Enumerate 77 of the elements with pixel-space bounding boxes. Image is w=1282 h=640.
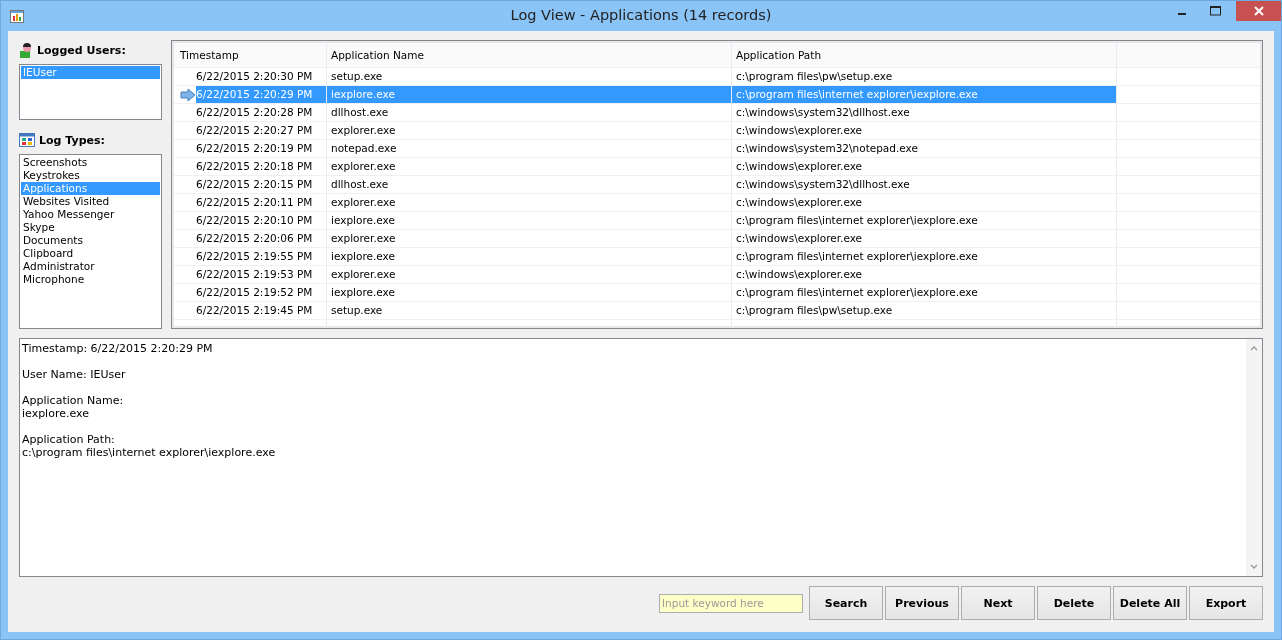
logged-users-heading: Logged Users: [37, 43, 126, 57]
table-cell: 6/22/2015 2:20:27 PM [196, 122, 327, 139]
log-type-item[interactable]: Administrator [21, 260, 160, 273]
column-header[interactable]: Application Path [732, 43, 1117, 67]
log-type-item[interactable]: Microphone [21, 273, 160, 286]
app-icon [10, 9, 24, 23]
table-cell: c:\program files\internet explorer\iexplore.exe [732, 248, 1117, 265]
log-type-item[interactable]: Skype [21, 221, 160, 234]
table-cell: c:\program files\pw\setup.exe [732, 302, 1117, 319]
table-cell: explorer.exe [327, 230, 732, 247]
action-button[interactable]: Next [961, 586, 1035, 620]
detail-paragraph: Application Name: iexplore.exe [22, 394, 125, 420]
log-type-item[interactable]: Documents [21, 234, 160, 247]
table-cell: 6/22/2015 2:20:30 PM [196, 68, 327, 85]
table-cell: explorer.exe [327, 194, 732, 211]
action-button[interactable]: Delete All [1113, 586, 1187, 620]
column-header[interactable]: Timestamp [180, 43, 327, 67]
scroll-bar[interactable] [1246, 339, 1262, 576]
table-cell: 6/22/2015 2:19:53 PM [196, 266, 327, 283]
action-button[interactable]: Previous [885, 586, 959, 620]
log-type-item[interactable]: Websites Visited [21, 195, 160, 208]
table-cell: c:\windows\explorer.exe [732, 122, 1117, 139]
column-header[interactable]: Application Name [327, 43, 732, 67]
log-type-item[interactable]: Keystrokes [21, 169, 160, 182]
table-cell: iexplore.exe [327, 212, 732, 229]
table-cell: 6/22/2015 2:20:15 PM [196, 176, 327, 193]
table-cell: c:\program files\internet explorer\iexplore.exe [732, 212, 1117, 229]
grid-icon [19, 133, 35, 147]
table-cell: c:\program files\pw\setup.exe [732, 68, 1117, 85]
log-type-item[interactable]: Yahoo Messenger [21, 208, 160, 221]
log-type-item[interactable]: Screenshots [21, 156, 160, 169]
log-type-item[interactable]: Clipboard [21, 247, 160, 260]
table-cell: iexplore.exe [327, 248, 732, 265]
table-cell: c:\windows\system32\notepad.exe [732, 140, 1117, 157]
table-cell: 6/22/2015 2:19:45 PM [196, 302, 327, 319]
action-button[interactable]: Delete [1037, 586, 1111, 620]
table-cell: 6/22/2015 2:20:19 PM [196, 140, 327, 157]
table-cell: dllhost.exe [327, 104, 732, 121]
maximize-icon[interactable] [1210, 6, 1221, 16]
table-cell: iexplore.exe [327, 86, 732, 103]
detail-text-area[interactable]: Timestamp: 6/22/2015 2:20:29 PM User Name: IEUser Application Name: iexplore.exe Application Path: c:\program files\internet explorer\iexplore.exe [19, 338, 1263, 577]
table-cell: 6/22/2015 2:20:10 PM [196, 212, 327, 229]
table-cell: dllhost.exe [327, 176, 732, 193]
table-cell: 6/22/2015 2:20:11 PM [196, 194, 327, 211]
table-cell: c:\program files\internet explorer\iexplore.exe [732, 284, 1117, 301]
keyword-field[interactable]: Input keyword here [659, 593, 803, 613]
table-cell: c:\windows\system32\dllhost.exe [732, 176, 1117, 193]
table-cell: c:\windows\explorer.exe [732, 158, 1117, 175]
table-cell: c:\program files\internet explorer\iexplore.exe [732, 86, 1117, 103]
table-cell: setup.exe [327, 68, 732, 85]
detail-paragraph: Timestamp: 6/22/2015 2:20:29 PM [22, 342, 214, 355]
table-cell: c:\windows\explorer.exe [732, 194, 1117, 211]
detail-paragraph: User Name: IEUser [22, 368, 127, 381]
detail-paragraph: Application Path: c:\program files\internet explorer\iexplore.exe [22, 433, 277, 459]
table-cell: explorer.exe [327, 266, 732, 283]
table-cell: c:\windows\system32\dllhost.exe [732, 104, 1117, 121]
action-button[interactable]: Search [809, 586, 883, 620]
log-types-heading: Log Types: [39, 133, 105, 147]
table-cell: 6/22/2015 2:19:55 PM [196, 248, 327, 265]
table-cell: 6/22/2015 2:20:29 PM [196, 86, 327, 103]
table-cell: notepad.exe [327, 140, 732, 157]
table-cell: 6/22/2015 2:19:52 PM [196, 284, 327, 301]
arrow-icon [180, 87, 196, 102]
table-cell: 6/22/2015 2:20:06 PM [196, 230, 327, 247]
close-button[interactable] [1236, 1, 1281, 21]
table-cell: c:\windows\explorer.exe [732, 230, 1117, 247]
table-cell: iexplore.exe [327, 284, 732, 301]
user-icon [19, 42, 33, 58]
table-cell: setup.exe [327, 302, 732, 319]
table-cell: 6/22/2015 2:20:28 PM [196, 104, 327, 121]
table-cell: explorer.exe [327, 122, 732, 139]
action-button[interactable]: Export [1189, 586, 1263, 620]
table-cell: 6/22/2015 2:20:18 PM [196, 158, 327, 175]
close-icon [1253, 6, 1264, 16]
window-title: Log View - Applications (14 records) [510, 7, 772, 23]
table-cell: explorer.exe [327, 158, 732, 175]
table-cell: c:\windows\explorer.exe [732, 266, 1117, 283]
